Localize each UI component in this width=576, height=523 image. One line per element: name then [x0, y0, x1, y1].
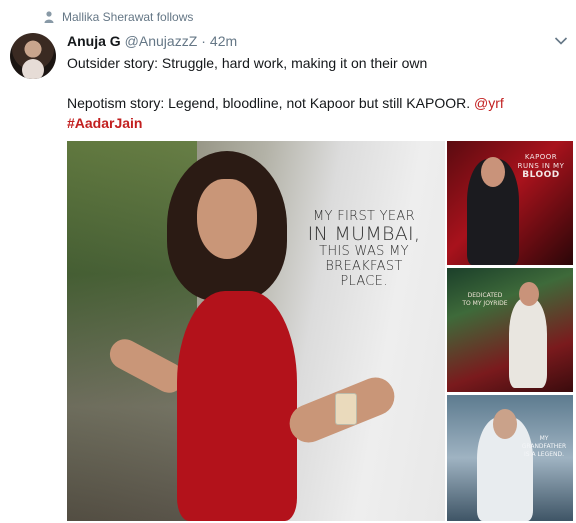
overlay-line: DEDICATED	[467, 292, 503, 299]
media-image-4[interactable]: MY GRANDFATHER IS A LEGEND.	[447, 395, 573, 521]
hashtag-link[interactable]: #AadarJain	[67, 115, 142, 131]
tweet-line-1: Outsider story: Struggle, hard work, mak…	[67, 55, 428, 71]
avatar[interactable]	[10, 33, 56, 79]
tweet-text: Outsider story: Struggle, hard work, mak…	[67, 53, 557, 133]
separator-dot: ·	[201, 33, 206, 49]
media-image-main[interactable]: MY FIRST YEAR IN MUMBAI, THIS WAS MY BRE…	[67, 141, 445, 521]
side2-overlay-text: DEDICATED TO MY JOYRIDE	[457, 292, 513, 308]
overlay-line: BLOOD	[522, 170, 560, 180]
side1-overlay-text: KAPOOR RUNS IN MY BLOOD	[515, 153, 567, 180]
tweet-header: Anuja G @AnujazzZ · 42m	[67, 33, 237, 49]
figure-suit	[467, 157, 519, 265]
person-icon	[44, 11, 54, 23]
author-handle[interactable]: @AnujazzZ	[125, 33, 198, 49]
media-image-2[interactable]: KAPOOR RUNS IN MY BLOOD	[447, 141, 573, 265]
figure-face	[197, 179, 257, 259]
overlay-line: TO MY JOYRIDE	[462, 300, 508, 307]
timestamp[interactable]: 42m	[210, 33, 237, 49]
overlay-line: IN MUMBAI,	[307, 223, 421, 245]
figure-red-dress	[177, 291, 297, 521]
author-name[interactable]: Anuja G	[67, 33, 121, 49]
tea-cup	[335, 393, 357, 425]
side3-overlay-text: MY GRANDFATHER IS A LEGEND.	[521, 435, 567, 459]
overlay-line: THIS WAS MY	[319, 244, 409, 259]
tweet-line-2: Nepotism story: Legend, bloodline, not K…	[67, 93, 557, 113]
media-grid: MY FIRST YEAR IN MUMBAI, THIS WAS MY BRE…	[67, 141, 573, 521]
chevron-down-icon[interactable]	[554, 36, 568, 46]
tweet-line-3: #AadarJain	[67, 113, 557, 133]
figure-portrait	[477, 409, 533, 521]
overlay-line: BREAKFAST PLACE.	[325, 259, 403, 289]
overlay-line: IS A LEGEND.	[523, 451, 565, 458]
overlay-line: MY FIRST YEAR	[313, 209, 415, 224]
media-image-3[interactable]: DEDICATED TO MY JOYRIDE	[447, 268, 573, 392]
overlay-line: KAPOOR	[524, 153, 558, 161]
mention-link[interactable]: @yrf	[474, 95, 504, 111]
social-context: Mallika Sherawat follows	[44, 10, 193, 24]
tweet-line-2-text: Nepotism story: Legend, bloodline, not K…	[67, 95, 471, 111]
social-context-text[interactable]: Mallika Sherawat follows	[62, 10, 193, 24]
figure-seated	[509, 282, 547, 388]
overlay-line: MY GRANDFATHER	[521, 435, 567, 450]
main-overlay-text: MY FIRST YEAR IN MUMBAI, THIS WAS MY BRE…	[303, 209, 425, 289]
